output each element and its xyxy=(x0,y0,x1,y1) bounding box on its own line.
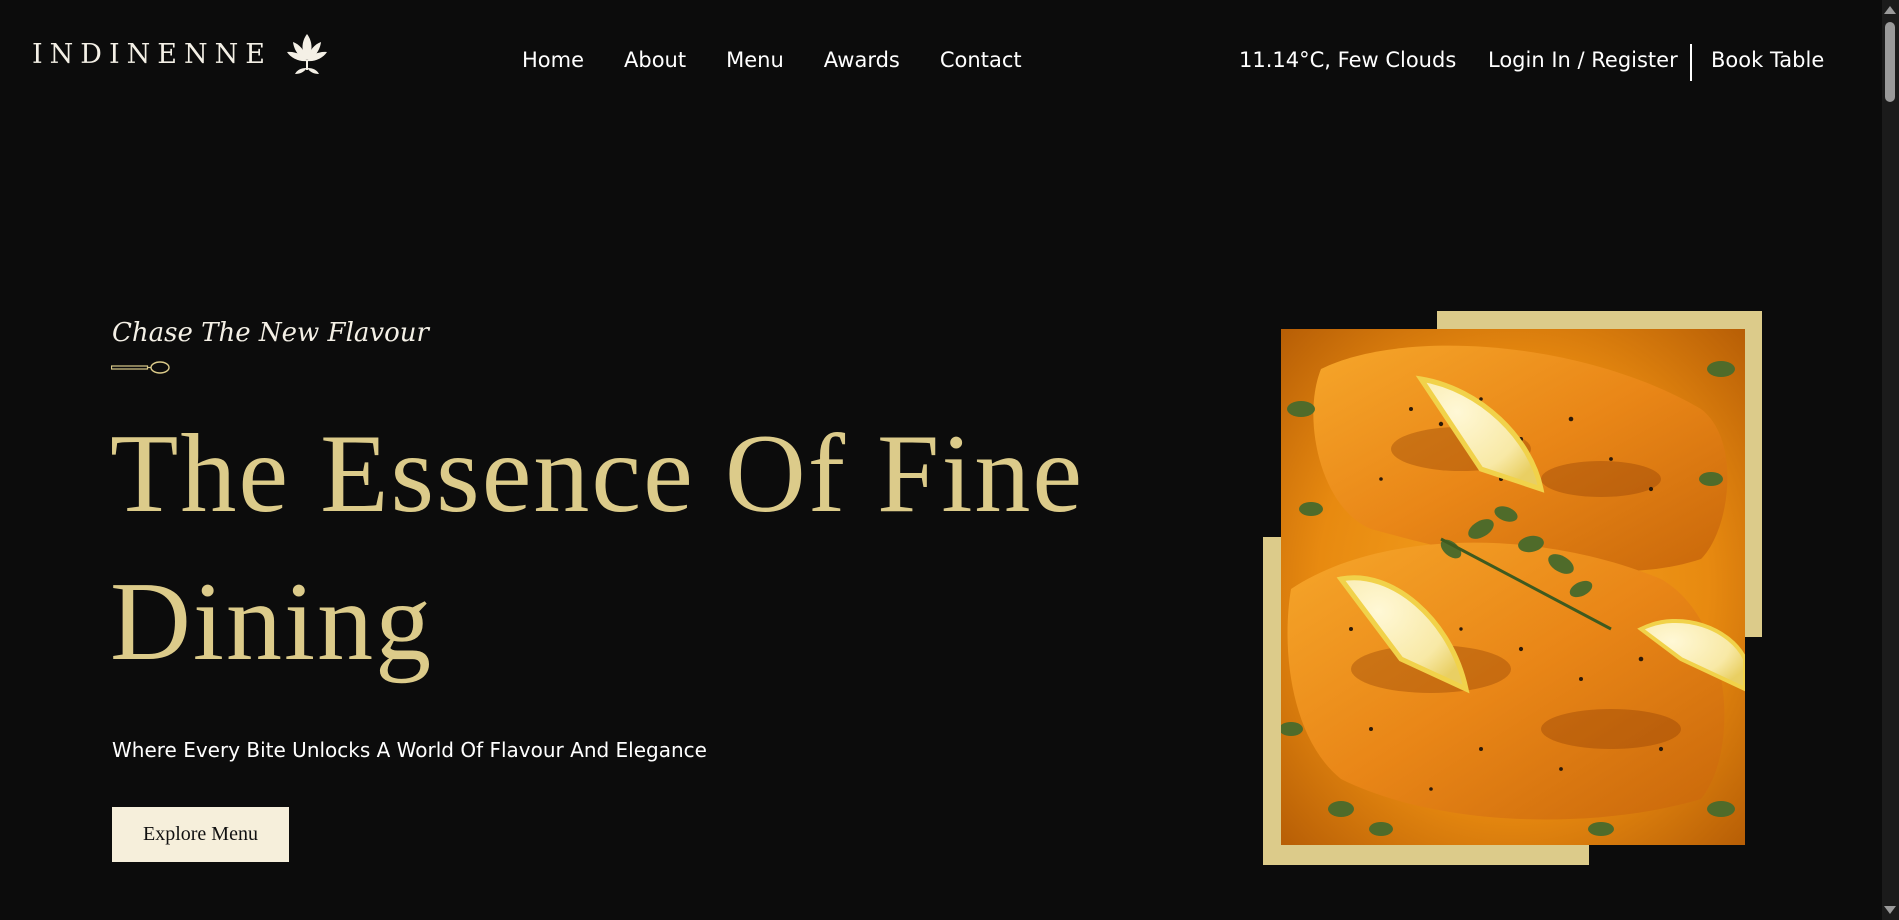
nav-awards[interactable]: Awards xyxy=(824,48,900,72)
salmon-dish-image xyxy=(1281,329,1745,845)
weather-readout: 11.14°C, Few Clouds xyxy=(1239,48,1457,72)
login-register-link[interactable]: Login In / Register xyxy=(1488,48,1678,72)
hero-subtitle: Where Every Bite Unlocks A World Of Flav… xyxy=(112,738,707,762)
book-table-link[interactable]: Book Table xyxy=(1711,48,1824,72)
site-logo[interactable]: INDINENNE xyxy=(32,32,328,76)
logo-text: INDINENNE xyxy=(32,38,272,70)
vertical-scrollbar[interactable] xyxy=(1882,0,1899,920)
header-divider xyxy=(1690,44,1692,81)
spoon-icon xyxy=(111,361,170,374)
nav-home[interactable]: Home xyxy=(522,48,584,72)
scroll-thumb[interactable] xyxy=(1885,22,1895,102)
lotus-icon xyxy=(286,34,327,74)
scroll-up-icon[interactable] xyxy=(1884,6,1896,14)
scroll-down-icon[interactable] xyxy=(1884,906,1896,914)
main-nav: Home About Menu Awards Contact xyxy=(522,48,1022,72)
nav-menu[interactable]: Menu xyxy=(726,48,784,72)
page: INDINENNE Home About Menu Awards Contact… xyxy=(0,0,1899,920)
nav-about[interactable]: About xyxy=(624,48,686,72)
nav-contact[interactable]: Contact xyxy=(940,48,1022,72)
hero-tagline: Chase The New Flavour xyxy=(112,318,429,348)
hero-headline: The Essence Of Fine Dining xyxy=(110,412,1085,684)
explore-menu-button[interactable]: Explore Menu xyxy=(112,807,289,862)
